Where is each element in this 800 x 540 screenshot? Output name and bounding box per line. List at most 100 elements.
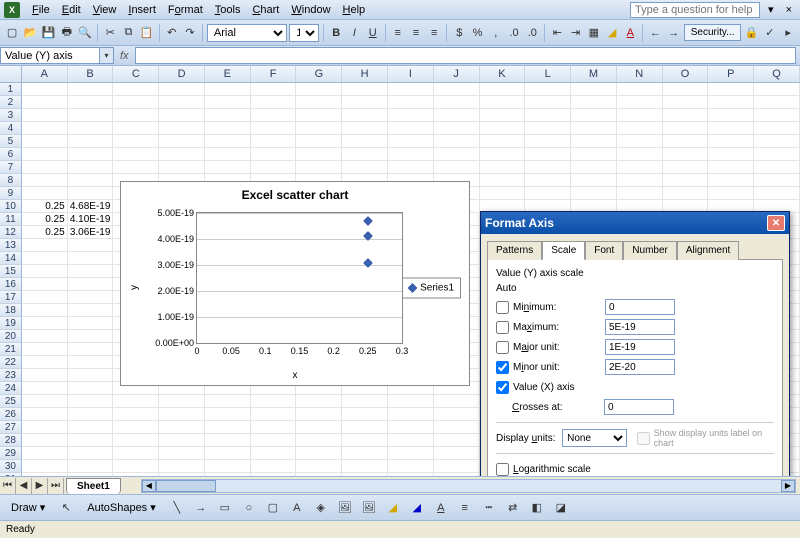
cell[interactable]: [205, 447, 251, 460]
cell[interactable]: [571, 122, 617, 135]
cell[interactable]: [113, 447, 159, 460]
bold-icon[interactable]: B: [328, 23, 344, 43]
minor-unit-checkbox[interactable]: [496, 361, 509, 374]
cell[interactable]: [617, 161, 663, 174]
cell[interactable]: [159, 83, 205, 96]
cell[interactable]: [525, 135, 571, 148]
cell[interactable]: [113, 395, 159, 408]
cell[interactable]: [342, 83, 388, 96]
fill-color-icon[interactable]: ◢: [604, 23, 620, 43]
cell[interactable]: [480, 122, 526, 135]
cell[interactable]: [251, 109, 297, 122]
cell[interactable]: [68, 382, 114, 395]
cell[interactable]: [205, 434, 251, 447]
cell[interactable]: [342, 408, 388, 421]
cell[interactable]: [22, 356, 68, 369]
percent-icon[interactable]: %: [469, 23, 485, 43]
cell[interactable]: [434, 434, 480, 447]
security-button[interactable]: Security...: [684, 24, 742, 41]
major-unit-input[interactable]: [605, 339, 675, 355]
cell[interactable]: [68, 122, 114, 135]
row-header[interactable]: 14: [0, 252, 22, 265]
cell[interactable]: [296, 109, 342, 122]
redo-icon[interactable]: ↷: [182, 23, 198, 43]
tab-scale[interactable]: Scale: [542, 241, 585, 260]
select-all-corner[interactable]: [0, 66, 22, 82]
cell[interactable]: [68, 317, 114, 330]
comma-icon[interactable]: ,: [488, 23, 504, 43]
menu-insert[interactable]: Insert: [122, 2, 162, 18]
trust-icon[interactable]: ✓: [762, 23, 778, 43]
cell[interactable]: [754, 161, 800, 174]
cell[interactable]: [342, 161, 388, 174]
cell[interactable]: [22, 317, 68, 330]
cell[interactable]: [251, 447, 297, 460]
cell[interactable]: [434, 83, 480, 96]
cell[interactable]: [708, 148, 754, 161]
crosses-checkbox[interactable]: [496, 381, 509, 394]
cell[interactable]: [617, 96, 663, 109]
cell[interactable]: [754, 122, 800, 135]
cell[interactable]: [754, 135, 800, 148]
col-header[interactable]: P: [708, 66, 754, 82]
cell[interactable]: [159, 96, 205, 109]
cell[interactable]: [571, 135, 617, 148]
cell[interactable]: [159, 447, 205, 460]
cell[interactable]: [296, 148, 342, 161]
select-objects-icon[interactable]: ↖: [56, 498, 76, 518]
cell[interactable]: [251, 395, 297, 408]
log-scale-checkbox[interactable]: [496, 463, 509, 476]
cell[interactable]: [251, 473, 297, 476]
font-name-select[interactable]: Arial: [207, 24, 287, 42]
cell[interactable]: [113, 408, 159, 421]
cell[interactable]: [525, 96, 571, 109]
cell[interactable]: [68, 278, 114, 291]
cell[interactable]: [205, 408, 251, 421]
cell[interactable]: [68, 291, 114, 304]
cell[interactable]: [159, 408, 205, 421]
cell[interactable]: [480, 187, 526, 200]
col-header[interactable]: M: [571, 66, 617, 82]
italic-icon[interactable]: I: [346, 23, 362, 43]
line-style-icon[interactable]: ≡: [455, 498, 475, 518]
cell[interactable]: [251, 460, 297, 473]
cell[interactable]: [342, 96, 388, 109]
picture-icon[interactable]: 🖼: [359, 498, 379, 518]
cell[interactable]: [296, 473, 342, 476]
cell[interactable]: [342, 148, 388, 161]
cell[interactable]: [68, 265, 114, 278]
row-header[interactable]: 9: [0, 187, 22, 200]
cell[interactable]: [480, 174, 526, 187]
decrease-decimal-icon[interactable]: .0: [524, 23, 540, 43]
cell[interactable]: [434, 460, 480, 473]
dialog-titlebar[interactable]: Format Axis ✕: [481, 212, 789, 234]
cell[interactable]: [388, 148, 434, 161]
row-header[interactable]: 19: [0, 317, 22, 330]
cell[interactable]: [22, 291, 68, 304]
sheet-nav-last-icon[interactable]: ⏭: [48, 478, 64, 494]
menubar-close-icon[interactable]: ×: [782, 4, 796, 16]
cell[interactable]: [480, 135, 526, 148]
major-unit-checkbox[interactable]: [496, 341, 509, 354]
cell[interactable]: [205, 83, 251, 96]
cell[interactable]: [296, 96, 342, 109]
menu-view[interactable]: View: [87, 2, 123, 18]
row-header[interactable]: 5: [0, 135, 22, 148]
cell[interactable]: [68, 473, 114, 476]
sheet-nav-next-icon[interactable]: ▶: [32, 478, 48, 494]
cell[interactable]: [663, 174, 709, 187]
close-icon[interactable]: ✕: [767, 215, 785, 231]
cell[interactable]: [68, 148, 114, 161]
cell[interactable]: [251, 96, 297, 109]
chart-plot-area[interactable]: 0.00E+00 1.00E-19 2.00E-19 3.00E-19 4.00…: [196, 212, 403, 344]
cell[interactable]: [22, 96, 68, 109]
cell[interactable]: [708, 161, 754, 174]
row-header[interactable]: 25: [0, 395, 22, 408]
cell[interactable]: [571, 174, 617, 187]
preview-icon[interactable]: 🔍: [77, 23, 93, 43]
cell[interactable]: [434, 148, 480, 161]
cell[interactable]: [251, 161, 297, 174]
maximum-checkbox[interactable]: [496, 321, 509, 334]
formula-bar[interactable]: [135, 47, 796, 64]
increase-decimal-icon[interactable]: .0: [506, 23, 522, 43]
